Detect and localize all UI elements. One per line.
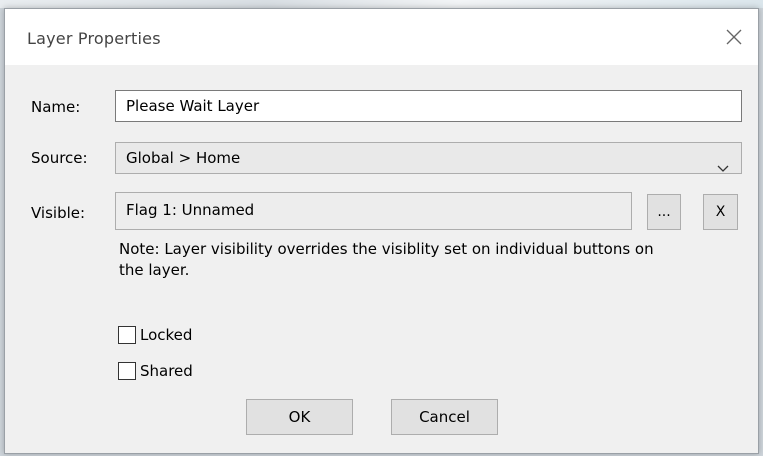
- name-label: Name:: [31, 98, 81, 116]
- close-icon: [726, 29, 742, 45]
- name-input-value: Please Wait Layer: [126, 97, 260, 115]
- name-input[interactable]: Please Wait Layer: [115, 90, 742, 122]
- visible-field-value: Flag 1: Unnamed: [126, 201, 255, 219]
- source-select[interactable]: Global > Home: [115, 142, 742, 174]
- visible-clear-button[interactable]: X: [703, 194, 738, 230]
- source-select-value: Global > Home: [126, 149, 241, 167]
- shared-checkbox-label: Shared: [140, 362, 193, 380]
- background-window-edge: [0, 0, 763, 8]
- visible-field: Flag 1: Unnamed: [115, 192, 632, 230]
- visibility-note: Note: Layer visibility overrides the vis…: [119, 240, 654, 279]
- layer-properties-dialog: Layer Properties Name: Please Wait Layer…: [4, 8, 759, 454]
- close-button[interactable]: [720, 23, 748, 51]
- title-bar: Layer Properties: [5, 9, 758, 65]
- shared-checkbox[interactable]: Shared: [118, 362, 193, 380]
- chevron-down-icon: [717, 153, 729, 183]
- locked-checkbox-label: Locked: [140, 326, 193, 344]
- locked-checkbox[interactable]: Locked: [118, 326, 192, 344]
- source-label: Source:: [31, 149, 88, 167]
- ok-button[interactable]: OK: [246, 399, 353, 435]
- dialog-title: Layer Properties: [27, 29, 161, 48]
- shared-checkbox-box[interactable]: [118, 362, 136, 380]
- visible-label: Visible:: [31, 204, 86, 222]
- cancel-button[interactable]: Cancel: [391, 399, 498, 435]
- locked-checkbox-box[interactable]: [118, 326, 136, 344]
- visible-browse-button[interactable]: ...: [647, 194, 681, 230]
